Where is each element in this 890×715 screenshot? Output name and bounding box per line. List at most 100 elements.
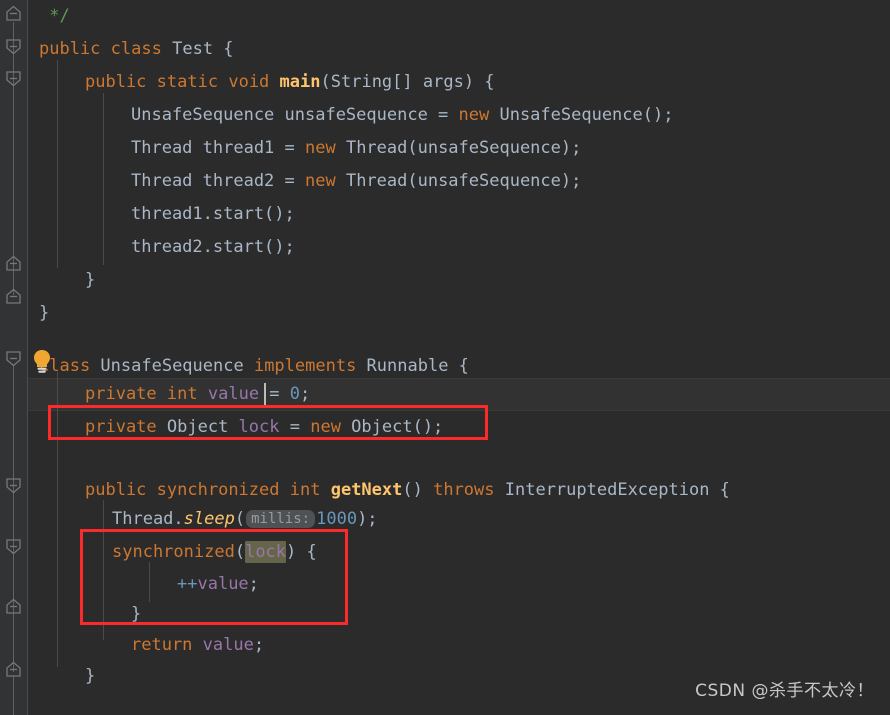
code-token: Thread thread2 = bbox=[131, 171, 305, 191]
fold-expand-icon[interactable] bbox=[5, 255, 22, 272]
code-token: getNext bbox=[330, 480, 403, 500]
code-token: new bbox=[458, 105, 490, 125]
sleep-close: ); bbox=[357, 509, 378, 529]
synchronized-open-paren: ( bbox=[234, 542, 246, 562]
fold-glyph bbox=[6, 351, 21, 367]
code-token: Object(); bbox=[340, 417, 444, 437]
code-token: } bbox=[85, 666, 96, 686]
synchronized-brace: { bbox=[296, 542, 317, 562]
code-editor-screenshot: */ public class Test {public static void … bbox=[0, 0, 890, 715]
code-line[interactable]: public static void main(String[] args) { bbox=[85, 66, 495, 99]
code-token: private bbox=[85, 417, 157, 437]
code-token: main bbox=[279, 72, 321, 92]
code-token: void bbox=[228, 72, 270, 92]
code-line[interactable]: } bbox=[85, 264, 95, 297]
code-token: return bbox=[131, 635, 193, 655]
lightbulb-glyph bbox=[34, 350, 50, 373]
sleep-method: sleep bbox=[183, 509, 235, 529]
code-line[interactable]: } bbox=[85, 660, 95, 693]
fold-guide-line bbox=[13, 553, 14, 603]
code-token: value bbox=[202, 635, 254, 655]
code-line[interactable]: } bbox=[39, 297, 49, 330]
code-token: public bbox=[85, 72, 147, 92]
code-token: class bbox=[110, 39, 162, 59]
fold-expand-icon[interactable] bbox=[5, 288, 22, 305]
code-token: () bbox=[402, 480, 434, 500]
code-token: int bbox=[289, 480, 321, 500]
code-line[interactable]: private int value = 0; bbox=[85, 378, 310, 411]
sleep-argument: 1000 bbox=[316, 509, 358, 529]
watermark-text: CSDN @杀手不太冷！ bbox=[695, 681, 874, 701]
code-token: ; bbox=[253, 635, 265, 655]
code-token: new bbox=[305, 171, 336, 191]
code-token: { bbox=[213, 39, 234, 59]
code-line[interactable]: ++value; bbox=[177, 568, 259, 601]
fold-collapse-icon[interactable] bbox=[5, 70, 22, 87]
fold-glyph bbox=[6, 39, 21, 55]
fold-glyph bbox=[6, 255, 21, 271]
fold-collapse-icon[interactable] bbox=[5, 350, 22, 367]
code-token: 0 bbox=[289, 384, 301, 404]
fold-glyph bbox=[6, 288, 21, 304]
fold-guide-line bbox=[13, 676, 14, 715]
code-token: } bbox=[85, 270, 96, 290]
code-line[interactable]: Thread thread2 = new Thread(unsafeSequen… bbox=[131, 165, 581, 198]
code-token: implements bbox=[253, 356, 357, 376]
fold-collapse-icon[interactable] bbox=[5, 38, 22, 55]
fold-expand-icon[interactable] bbox=[5, 5, 22, 22]
code-line-synchronized[interactable]: synchronized(lock) { bbox=[112, 536, 317, 569]
code-token: */ bbox=[49, 6, 70, 26]
code-token: private bbox=[85, 384, 157, 404]
fold-collapse-icon[interactable] bbox=[5, 477, 22, 494]
code-token: new bbox=[310, 417, 341, 437]
fold-glyph bbox=[6, 661, 21, 677]
gutter-divider bbox=[27, 0, 28, 715]
fold-expand-icon[interactable] bbox=[5, 598, 22, 615]
code-token: int bbox=[166, 384, 198, 404]
code-token: UnsafeSequence bbox=[90, 356, 254, 376]
synchronized-close-paren: ) bbox=[286, 542, 297, 562]
code-token: UnsafeSequence(); bbox=[489, 105, 674, 125]
code-token: value bbox=[207, 384, 260, 404]
code-token: thread1.start(); bbox=[131, 204, 295, 224]
code-line[interactable]: return value; bbox=[131, 629, 264, 662]
code-token: throws bbox=[433, 480, 495, 500]
code-token: ; bbox=[300, 384, 311, 404]
code-token: Thread thread1 = bbox=[131, 138, 305, 158]
code-line[interactable]: thread1.start(); bbox=[131, 198, 295, 231]
code-line[interactable]: UnsafeSequence unsafeSequence = new Unsa… bbox=[131, 99, 673, 132]
code-token: [] args) { bbox=[392, 72, 495, 92]
fold-collapse-icon[interactable] bbox=[5, 538, 22, 555]
code-token: Thread(unsafeSequence); bbox=[335, 171, 582, 191]
fold-glyph bbox=[6, 5, 21, 21]
code-line[interactable]: thread2.start(); bbox=[131, 231, 295, 264]
code-token: ++ bbox=[177, 574, 198, 594]
code-content[interactable]: */ public class Test {public static void … bbox=[28, 0, 890, 715]
code-token: = bbox=[279, 417, 311, 437]
code-token: Object bbox=[156, 417, 239, 437]
fold-expand-icon[interactable] bbox=[5, 661, 22, 678]
code-line[interactable]: public class Test { bbox=[39, 33, 234, 66]
fold-glyph bbox=[6, 598, 21, 614]
parameter-hint-millis[interactable]: millis: bbox=[246, 510, 316, 528]
code-line[interactable]: Thread thread1 = new Thread(unsafeSequen… bbox=[131, 132, 581, 165]
code-line[interactable]: */ bbox=[39, 0, 70, 33]
synchronized-keyword: synchronized bbox=[112, 542, 235, 562]
lightbulb-icon[interactable] bbox=[29, 347, 55, 375]
sleep-prefix: Thread. bbox=[112, 509, 184, 529]
code-token: String bbox=[330, 72, 393, 92]
code-line[interactable]: private Object lock = new Object(); bbox=[85, 411, 443, 444]
code-token: InterruptedException { bbox=[494, 480, 730, 500]
code-token: } bbox=[39, 303, 50, 323]
code-line-sleep[interactable]: Thread.sleep(millis: 1000); bbox=[112, 503, 378, 536]
code-token: synchronized bbox=[156, 480, 280, 500]
code-line[interactable]: } bbox=[131, 598, 141, 631]
